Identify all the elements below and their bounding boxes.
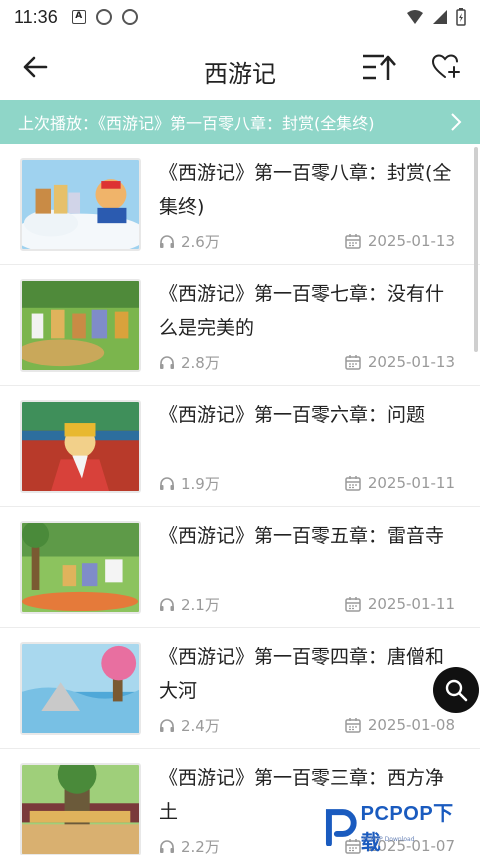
episode-thumbnail	[20, 763, 141, 855]
battery-icon	[456, 8, 466, 26]
calendar-icon	[345, 234, 361, 249]
list-item[interactable]: 《西游记》第一百零五章：雷音寺 2.1万 2025-01-11	[0, 507, 480, 628]
headphones-icon	[160, 476, 174, 490]
app-notification-icon	[95, 9, 112, 25]
play-count-value: 2.2万	[181, 837, 220, 855]
publish-date-value: 2025-01-13	[367, 353, 455, 371]
a-notification-icon: A	[71, 10, 86, 24]
publish-date-value: 2025-01-13	[367, 232, 455, 250]
status-time: 11:36	[14, 6, 58, 27]
episode-thumbnail	[20, 279, 141, 372]
publish-date: 2025-01-13	[345, 232, 455, 250]
list-item[interactable]: 《西游记》第一百零四章：唐僧和大河 2.4万 2025-01-08	[0, 628, 480, 749]
episode-thumbnail	[20, 521, 141, 614]
episode-title: 《西游记》第一百零四章：唐僧和大河	[159, 646, 445, 702]
list-item[interactable]: 《西游记》第一百零七章：没有什么是完美的 2.8万 2025-01-13	[0, 265, 480, 386]
headphones-icon	[160, 718, 174, 732]
episode-thumbnail	[20, 642, 141, 735]
episode-meta: 2.6万 2025-01-13	[159, 230, 455, 252]
headphones-icon	[160, 839, 174, 853]
play-count: 2.1万	[159, 594, 220, 615]
watermark-brand: PCPOP下载	[360, 803, 454, 854]
publish-date: 2025-01-08	[345, 716, 455, 734]
play-count: 2.6万	[159, 231, 220, 252]
episode-title: 《西游记》第一百零六章：问题	[159, 404, 426, 426]
last-played-text: 上次播放：《西游记》第一百零八章：封赏(全集终)	[18, 114, 375, 133]
scrollbar[interactable]	[474, 147, 478, 352]
sort-button[interactable]	[360, 48, 398, 86]
headphones-icon	[160, 597, 174, 611]
play-count: 2.2万	[159, 836, 220, 855]
chevron-right-icon	[451, 113, 462, 131]
heart-plus-icon	[432, 54, 460, 78]
publish-date: 2025-01-11	[345, 595, 455, 613]
publish-date: 2025-01-13	[345, 353, 455, 371]
episode-meta: 1.9万 2025-01-11	[159, 472, 455, 494]
play-count: 2.8万	[159, 352, 220, 373]
publish-date-value: 2025-01-11	[367, 595, 455, 613]
app-notification-icon	[121, 9, 138, 25]
play-count: 2.4万	[159, 715, 220, 736]
watermark-sub: PCPOP Download	[363, 836, 415, 843]
pcpop-logo-icon	[325, 809, 357, 846]
watermark: PCPOP下载 PCPOP Download	[323, 802, 473, 854]
wifi-icon	[407, 10, 423, 24]
list-item[interactable]: 《西游记》第一百零六章：问题 1.9万 2025-01-11	[0, 386, 480, 507]
episode-title: 《西游记》第一百零七章：没有什么是完美的	[159, 283, 445, 339]
episode-thumbnail	[20, 400, 141, 493]
publish-date-value: 2025-01-11	[367, 474, 455, 492]
last-played-banner[interactable]: 上次播放：《西游记》第一百零八章：封赏(全集终)	[0, 100, 480, 144]
headphones-icon	[160, 355, 174, 369]
play-count: 1.9万	[159, 473, 220, 494]
signal-icon	[433, 10, 447, 24]
arrow-left-icon	[23, 56, 48, 78]
episode-list: 《西游记》第一百零八章：封赏(全集终) 2.6万 2025-01-13 《西游记…	[0, 144, 480, 855]
list-item[interactable]: 《西游记》第一百零八章：封赏(全集终) 2.6万 2025-01-13	[0, 144, 480, 265]
page-title: 西游记	[204, 60, 276, 88]
play-count-value: 2.8万	[181, 353, 220, 372]
calendar-icon	[345, 355, 361, 370]
sort-icon	[363, 54, 396, 80]
play-count-value: 1.9万	[181, 474, 220, 493]
episode-meta: 2.8万 2025-01-13	[159, 351, 455, 373]
episode-title: 《西游记》第一百零五章：雷音寺	[159, 525, 445, 547]
calendar-icon	[345, 476, 361, 491]
status-bar: 11:36 A	[0, 0, 480, 34]
publish-date-value: 2025-01-08	[367, 716, 455, 734]
search-icon	[445, 679, 468, 702]
play-count-value: 2.1万	[181, 595, 220, 614]
system-icons	[406, 8, 466, 26]
app-bar: 西游记	[0, 34, 480, 100]
calendar-icon	[345, 718, 361, 733]
favorite-button[interactable]	[428, 48, 466, 86]
play-count-value: 2.4万	[181, 716, 220, 735]
calendar-icon	[345, 597, 361, 612]
play-count-value: 2.6万	[181, 232, 220, 251]
back-button[interactable]	[18, 50, 52, 84]
episode-meta: 2.4万 2025-01-08	[159, 714, 455, 736]
publish-date: 2025-01-11	[345, 474, 455, 492]
episode-thumbnail	[20, 158, 141, 251]
episode-meta: 2.1万 2025-01-11	[159, 593, 455, 615]
search-button[interactable]	[433, 667, 479, 713]
episode-title: 《西游记》第一百零八章：封赏(全集终)	[159, 162, 452, 218]
notification-icons: A	[71, 9, 138, 25]
headphones-icon	[160, 234, 174, 248]
